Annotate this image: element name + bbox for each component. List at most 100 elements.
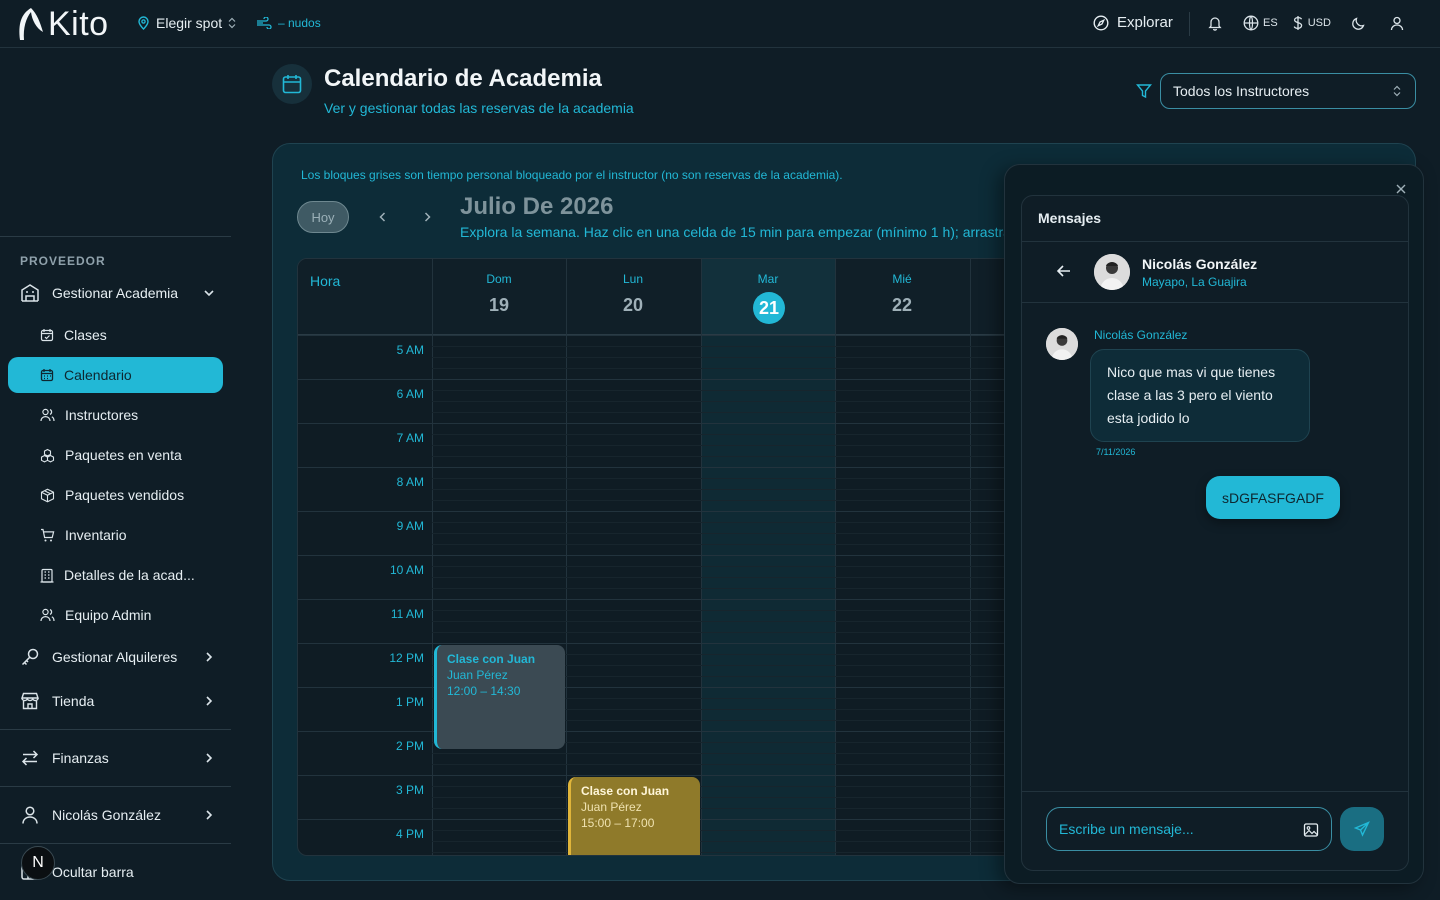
spot-selector[interactable]: Elegir spot xyxy=(137,15,236,31)
profile-button[interactable] xyxy=(1390,16,1404,31)
column-divider xyxy=(566,259,567,855)
sidebar-item-calendario[interactable]: Calendario xyxy=(8,357,223,393)
sidebar-item-instructores[interactable]: Instructores xyxy=(40,403,138,427)
quarter-line xyxy=(432,588,1056,589)
user-icon xyxy=(22,806,38,824)
hour-line xyxy=(298,555,1056,556)
arrow-left-icon[interactable] xyxy=(1056,264,1072,278)
quarter-line xyxy=(432,610,1056,611)
sidebar-item-gestionar-academia[interactable]: Gestionar Academia xyxy=(20,277,220,309)
send-button[interactable] xyxy=(1340,807,1384,851)
chevron-right-icon xyxy=(206,810,213,820)
calendar-event-booking[interactable]: Clase con Juan Juan Pérez 15:00 – 17:00 xyxy=(568,777,700,855)
today-column xyxy=(701,335,835,855)
hour-label: 3 PM xyxy=(395,783,424,797)
close-icon[interactable] xyxy=(1395,183,1407,195)
day-header[interactable]: Dom 19 xyxy=(432,259,566,335)
wind-value: – nudos xyxy=(278,16,321,30)
app-name: Kito xyxy=(48,5,109,43)
sidebar-item-equipo-admin[interactable]: Equipo Admin xyxy=(40,603,151,627)
instructor-filter-value: Todos los Instructores xyxy=(1173,83,1310,99)
sidebar-item-paquetes-en-venta[interactable]: Paquetes en venta xyxy=(40,443,182,467)
bell-icon xyxy=(1208,17,1222,31)
divider xyxy=(0,729,231,730)
divider xyxy=(0,843,231,844)
day-name: Dom xyxy=(486,272,512,286)
avatar[interactable]: N xyxy=(21,846,55,880)
quarter-line xyxy=(432,808,1056,809)
quarter-line xyxy=(432,434,1056,435)
hour-label: 4 PM xyxy=(395,827,424,841)
sidebar-item-user[interactable]: Nicolás González xyxy=(20,799,220,831)
message-input-placeholder: Escribe un mensaje... xyxy=(1059,821,1194,837)
sidebar-item-label: Paquetes en venta xyxy=(65,447,182,463)
send-icon xyxy=(1354,821,1370,837)
hour-line xyxy=(298,643,1056,644)
currency-button[interactable]: USD xyxy=(1292,15,1331,31)
instructor-filter-select[interactable]: Todos los Instructores xyxy=(1160,73,1416,109)
divider xyxy=(1022,302,1408,303)
key-icon xyxy=(21,648,39,666)
sidebar-section-label: PROVEEDOR xyxy=(20,254,106,268)
hour-label: 12 PM xyxy=(389,651,424,665)
filter-icon xyxy=(1136,84,1152,99)
quarter-line xyxy=(432,621,1056,622)
hour-line xyxy=(298,379,1056,380)
sidebar-item-paquetes-vendidos[interactable]: Paquetes vendidos xyxy=(40,483,184,507)
column-divider xyxy=(701,259,702,855)
user-icon xyxy=(1390,16,1404,30)
notifications-button[interactable] xyxy=(1207,15,1223,31)
quarter-line xyxy=(432,786,1056,787)
outgoing-message-bubble: sDGFASFGADF xyxy=(1206,476,1340,519)
chevron-right-icon[interactable] xyxy=(421,211,433,223)
calendar-event-blocked[interactable]: Clase con Juan Juan Pérez 12:00 – 14:30 xyxy=(434,645,565,749)
explore-button[interactable]: Explorar xyxy=(1093,14,1173,31)
divider xyxy=(1189,12,1190,36)
theme-toggle[interactable] xyxy=(1351,16,1366,31)
event-time: 15:00 – 17:00 xyxy=(581,816,655,830)
column-divider xyxy=(970,259,971,855)
sidebar-item-label: Detalles de la acad... xyxy=(64,567,195,583)
sidebar-item-label: Inventario xyxy=(65,527,127,543)
day-header[interactable]: Lun 20 xyxy=(566,259,701,335)
contact-name: Nicolás González xyxy=(1142,256,1258,272)
sidebar-item-clases[interactable]: Clases xyxy=(40,323,107,347)
currency-label: USD xyxy=(1307,17,1331,29)
package-icon xyxy=(40,488,55,502)
day-name: Lun xyxy=(622,272,644,286)
spot-label: Elegir spot xyxy=(156,15,223,31)
sidebar-item-finanzas[interactable]: Finanzas xyxy=(20,742,220,774)
chevron-left-icon[interactable] xyxy=(377,211,389,223)
today-date-badge: 21 xyxy=(753,292,785,324)
divider xyxy=(1022,241,1408,242)
divider xyxy=(0,236,231,237)
quarter-line xyxy=(432,841,1056,842)
quarter-line xyxy=(432,456,1056,457)
users-icon xyxy=(40,608,55,622)
packages-icon xyxy=(40,448,55,463)
quarter-line xyxy=(432,401,1056,402)
image-attach-icon[interactable] xyxy=(1303,822,1319,838)
sidebar-item-detalles-academia[interactable]: Detalles de la acad... xyxy=(40,563,195,587)
sidebar-item-inventario[interactable]: Inventario xyxy=(40,523,126,547)
quarter-line xyxy=(432,489,1056,490)
store-icon xyxy=(21,692,39,710)
chevron-right-icon xyxy=(206,696,213,706)
incoming-message-bubble: Nico que mas vi que tienes clase a las 3… xyxy=(1090,349,1310,442)
app-logo[interactable]: Kito xyxy=(16,6,109,42)
quarter-line xyxy=(432,830,1056,831)
dollar-icon xyxy=(1293,16,1302,30)
language-button[interactable]: ES xyxy=(1243,15,1278,31)
today-button[interactable]: Hoy xyxy=(297,201,349,233)
quarter-line xyxy=(432,764,1056,765)
kite-logo-icon xyxy=(19,8,43,40)
sidebar-item-gestionar-alquileres[interactable]: Gestionar Alquileres xyxy=(20,641,220,673)
message-input[interactable]: Escribe un mensaje... xyxy=(1046,807,1332,851)
quarter-line xyxy=(432,852,1056,853)
quarter-line xyxy=(432,390,1056,391)
event-instructor: Juan Pérez xyxy=(581,800,642,814)
page-subtitle: Ver y gestionar todas las reservas de la… xyxy=(324,100,634,116)
hour-label: 8 AM xyxy=(396,475,424,489)
day-header[interactable]: Mié 22 xyxy=(835,259,970,335)
sidebar-item-tienda[interactable]: Tienda xyxy=(20,685,220,717)
